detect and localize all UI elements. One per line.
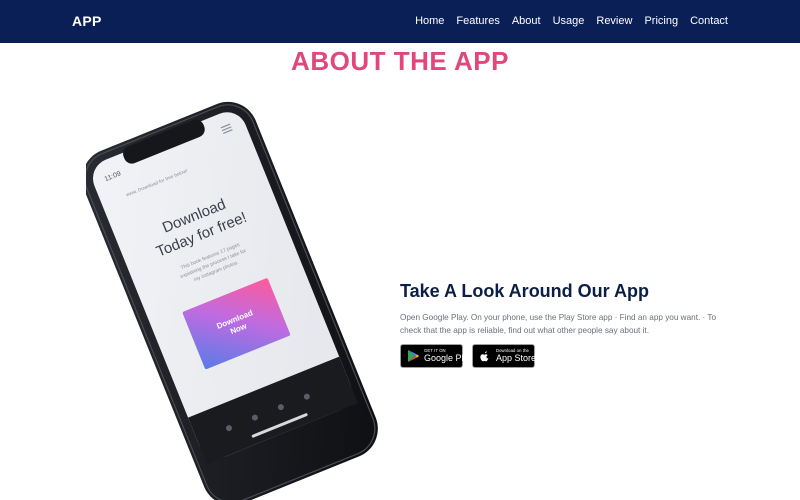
google-play-badge[interactable]: GET IT ON Google Play xyxy=(400,344,473,368)
nav-link-usage[interactable]: Usage xyxy=(553,15,585,27)
nav-link-about[interactable]: About xyxy=(512,15,541,27)
store-badges: GET IT ON Google Play Download on the Ap… xyxy=(400,344,730,368)
about-info: Take A Look Around Our App Open Google P… xyxy=(400,281,730,368)
nav-links: Home Features About Usage Review Pricing… xyxy=(415,15,728,27)
about-heading: Take A Look Around Our App xyxy=(400,281,649,301)
google-play-label: Google Play xyxy=(424,353,474,364)
brand-logo[interactable]: APP xyxy=(72,13,102,29)
apple-icon xyxy=(480,351,489,362)
phone-mockup-image: 11:09 www. Download for free below! Down… xyxy=(86,92,386,500)
app-store-badge[interactable]: Download on the App Store xyxy=(472,344,537,368)
about-description: Open Google Play. On your phone, use the… xyxy=(400,313,717,335)
section-title: ABOUT THE APP xyxy=(291,46,509,76)
google-play-icon xyxy=(408,350,419,362)
navbar: APP Home Features About Usage Review Pri… xyxy=(0,0,800,43)
nav-link-home[interactable]: Home xyxy=(415,15,444,27)
nav-link-review[interactable]: Review xyxy=(596,15,632,27)
app-store-label: App Store xyxy=(496,353,537,364)
nav-link-features[interactable]: Features xyxy=(456,15,499,27)
nav-link-pricing[interactable]: Pricing xyxy=(644,15,678,27)
nav-link-contact[interactable]: Contact xyxy=(690,15,728,27)
phone-illustration: 11:09 www. Download for free below! Down… xyxy=(86,101,378,500)
